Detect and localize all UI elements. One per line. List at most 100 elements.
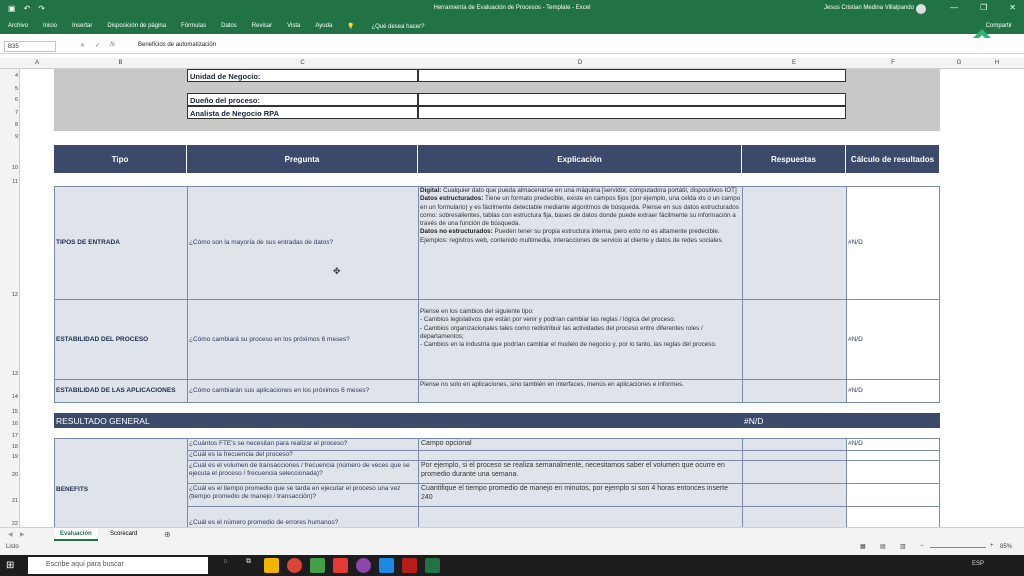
zoom-level[interactable]: 85%	[1000, 544, 1012, 550]
excel-icon[interactable]	[425, 558, 440, 573]
benefit-q2[interactable]: ¿Cuál es la frecuencia del proceso?	[189, 451, 293, 459]
col-header[interactable]: E	[742, 60, 846, 66]
cancel-icon[interactable]: ✕	[80, 42, 85, 49]
tab-datos[interactable]: Datos	[221, 23, 237, 30]
row-header[interactable]: 6	[0, 97, 18, 103]
row-header[interactable]: 12	[0, 292, 18, 298]
windows-start-icon[interactable]: ⊞	[6, 560, 17, 571]
tray-lang[interactable]: ESP	[972, 561, 984, 567]
normal-view-icon[interactable]: ▦	[860, 543, 866, 550]
tab-archivo[interactable]: Archivo	[8, 23, 28, 30]
tab-formulas[interactable]: Fórmulas	[181, 23, 206, 30]
benefit-x4[interactable]: Cuantifique el tiempo promedio de manejo…	[421, 484, 741, 502]
sheet-tab-evaluacion[interactable]: Evaluación	[54, 528, 98, 541]
row-header[interactable]: 18	[0, 444, 18, 450]
row-header[interactable]: 19	[0, 454, 18, 460]
row-header[interactable]: 5	[0, 86, 18, 92]
pregunta-entrada[interactable]: ¿Cómo son la mayoría de sus entradas de …	[189, 239, 333, 246]
benefit-q4[interactable]: ¿Cuál es el tiempo promedio que se tarda…	[189, 485, 417, 501]
col-header[interactable]: A	[20, 60, 54, 66]
explicacion-estabilidad-proceso[interactable]: Piense en los cambios del siguiente tipo…	[420, 308, 742, 349]
add-sheet-icon[interactable]: ⊕	[164, 530, 171, 539]
tipo-estabilidad-proceso[interactable]: ESTABILIDAD DEL PROCESO	[56, 336, 148, 343]
formula-input[interactable]: Beneficios de automatización	[138, 42, 216, 48]
page-break-icon[interactable]: ▥	[900, 543, 906, 550]
benefit-x3[interactable]: Por ejemplo, si el proceso se realiza se…	[421, 461, 741, 479]
benefit-q1[interactable]: ¿Cuántos FTE's se necesitan para realiza…	[189, 440, 347, 448]
col-header[interactable]: B	[54, 60, 187, 66]
zoom-out-icon[interactable]: −	[920, 543, 924, 549]
row-header[interactable]: 15	[0, 409, 18, 415]
row-header[interactable]: 13	[0, 371, 18, 377]
chrome-icon[interactable]	[287, 558, 302, 573]
unidad-value[interactable]	[418, 69, 846, 82]
tipo-entrada[interactable]: TIPOS DE ENTRADA	[56, 239, 120, 246]
tab-disposicion[interactable]: Disposición de página	[107, 23, 166, 30]
file-explorer-icon[interactable]	[264, 558, 279, 573]
benefit-q5[interactable]: ¿Cuál es el número promedio de errores h…	[189, 519, 338, 527]
explicacion-estabilidad-apps[interactable]: Piense no solo en aplicaciones, sino tam…	[420, 381, 742, 389]
row-header[interactable]: 17	[0, 433, 18, 439]
row-header[interactable]: 21	[0, 498, 18, 504]
explicacion-entrada[interactable]: Digital: Cualquier dato que pueda almace…	[420, 187, 742, 245]
app-icon[interactable]	[333, 558, 348, 573]
col-header[interactable]: D	[418, 60, 742, 66]
col-header[interactable]: C	[187, 60, 418, 66]
page-layout-icon[interactable]: ▤	[880, 543, 886, 550]
worksheet[interactable]: Unidad de Negocio: Dueño del proceso: An…	[20, 69, 1024, 527]
tell-me-search[interactable]: 💡 ¿Qué desea hacer?	[347, 23, 439, 30]
sheet-tab-scorecard[interactable]: Scorecard	[104, 528, 143, 541]
app-icon[interactable]	[310, 558, 325, 573]
zoom-in-icon[interactable]: +	[990, 543, 994, 549]
minimize-button[interactable]: —	[950, 3, 958, 12]
user-name[interactable]: Jesus Cristian Medina Villalpando	[824, 5, 914, 11]
next-sheet-icon[interactable]: ▶	[20, 531, 25, 538]
zoom-slider[interactable]	[930, 547, 986, 548]
maximize-button[interactable]: ❐	[980, 3, 987, 12]
tab-insertar[interactable]: Insertar	[72, 23, 92, 30]
col-header[interactable]: G	[940, 60, 978, 66]
col-header[interactable]: H	[978, 60, 1016, 66]
zoom-app-icon[interactable]	[379, 558, 394, 573]
row-header[interactable]: 10	[0, 165, 18, 171]
tipo-estabilidad-apps[interactable]: ESTABILIDAD DE LAS APLICACIONES	[56, 387, 176, 394]
name-box[interactable]: B35	[4, 41, 56, 52]
app-icon[interactable]	[402, 558, 417, 573]
tab-inicio[interactable]: Inicio	[43, 23, 57, 30]
row-header[interactable]: 7	[0, 110, 18, 116]
avatar[interactable]	[916, 4, 926, 14]
row-header[interactable]: 14	[0, 394, 18, 400]
pregunta-estabilidad-apps[interactable]: ¿Cómo cambiarán sus aplicaciones en los …	[189, 387, 369, 394]
row-header[interactable]: 4	[0, 73, 18, 79]
dueno-label[interactable]: Dueño del proceso:	[187, 93, 418, 106]
pregunta-estabilidad-proceso[interactable]: ¿Cómo cambiará su proceso en los próximo…	[189, 336, 350, 343]
tab-ayuda[interactable]: Ayuda	[315, 23, 332, 30]
unidad-label[interactable]: Unidad de Negocio:	[187, 69, 418, 82]
resultado-general-row[interactable]: RESULTADO GENERAL #N/D	[54, 413, 940, 428]
analista-label[interactable]: Analista de Negocio RPA	[187, 106, 418, 119]
tipo-benefits[interactable]: BENEFITS	[56, 486, 88, 493]
calculo-estabilidad-proceso[interactable]: #N/D	[848, 336, 863, 343]
benefit-x1[interactable]: Campo opcional	[421, 439, 472, 448]
task-view-icon[interactable]: ⧉	[241, 558, 256, 573]
app-icon[interactable]	[356, 558, 371, 573]
benefit-c1[interactable]: #N/D	[848, 440, 863, 447]
col-header[interactable]: F	[846, 60, 940, 66]
row-header[interactable]: 20	[0, 472, 18, 478]
dueno-value[interactable]	[418, 93, 846, 106]
prev-sheet-icon[interactable]: ◀	[8, 531, 13, 538]
calculo-estabilidad-apps[interactable]: #N/D	[848, 387, 863, 394]
close-button[interactable]: ✕	[1009, 3, 1016, 12]
row-header[interactable]: 11	[0, 179, 18, 185]
enter-icon[interactable]: ✓	[95, 42, 100, 49]
function-icon[interactable]: fx	[110, 42, 115, 49]
calculo-entrada[interactable]: #N/D	[848, 239, 863, 246]
row-header[interactable]: 16	[0, 421, 18, 427]
row-header[interactable]: 8	[0, 122, 18, 128]
tab-revisar[interactable]: Revisar	[252, 23, 272, 30]
analista-value[interactable]	[418, 106, 846, 119]
row-header[interactable]: 9	[0, 134, 18, 140]
taskbar-search[interactable]: Escribe aquí para buscar	[28, 557, 208, 574]
cortana-icon[interactable]: ○	[218, 558, 233, 573]
benefit-q3[interactable]: ¿Cuál es el volumen de transacciones / f…	[189, 462, 417, 478]
